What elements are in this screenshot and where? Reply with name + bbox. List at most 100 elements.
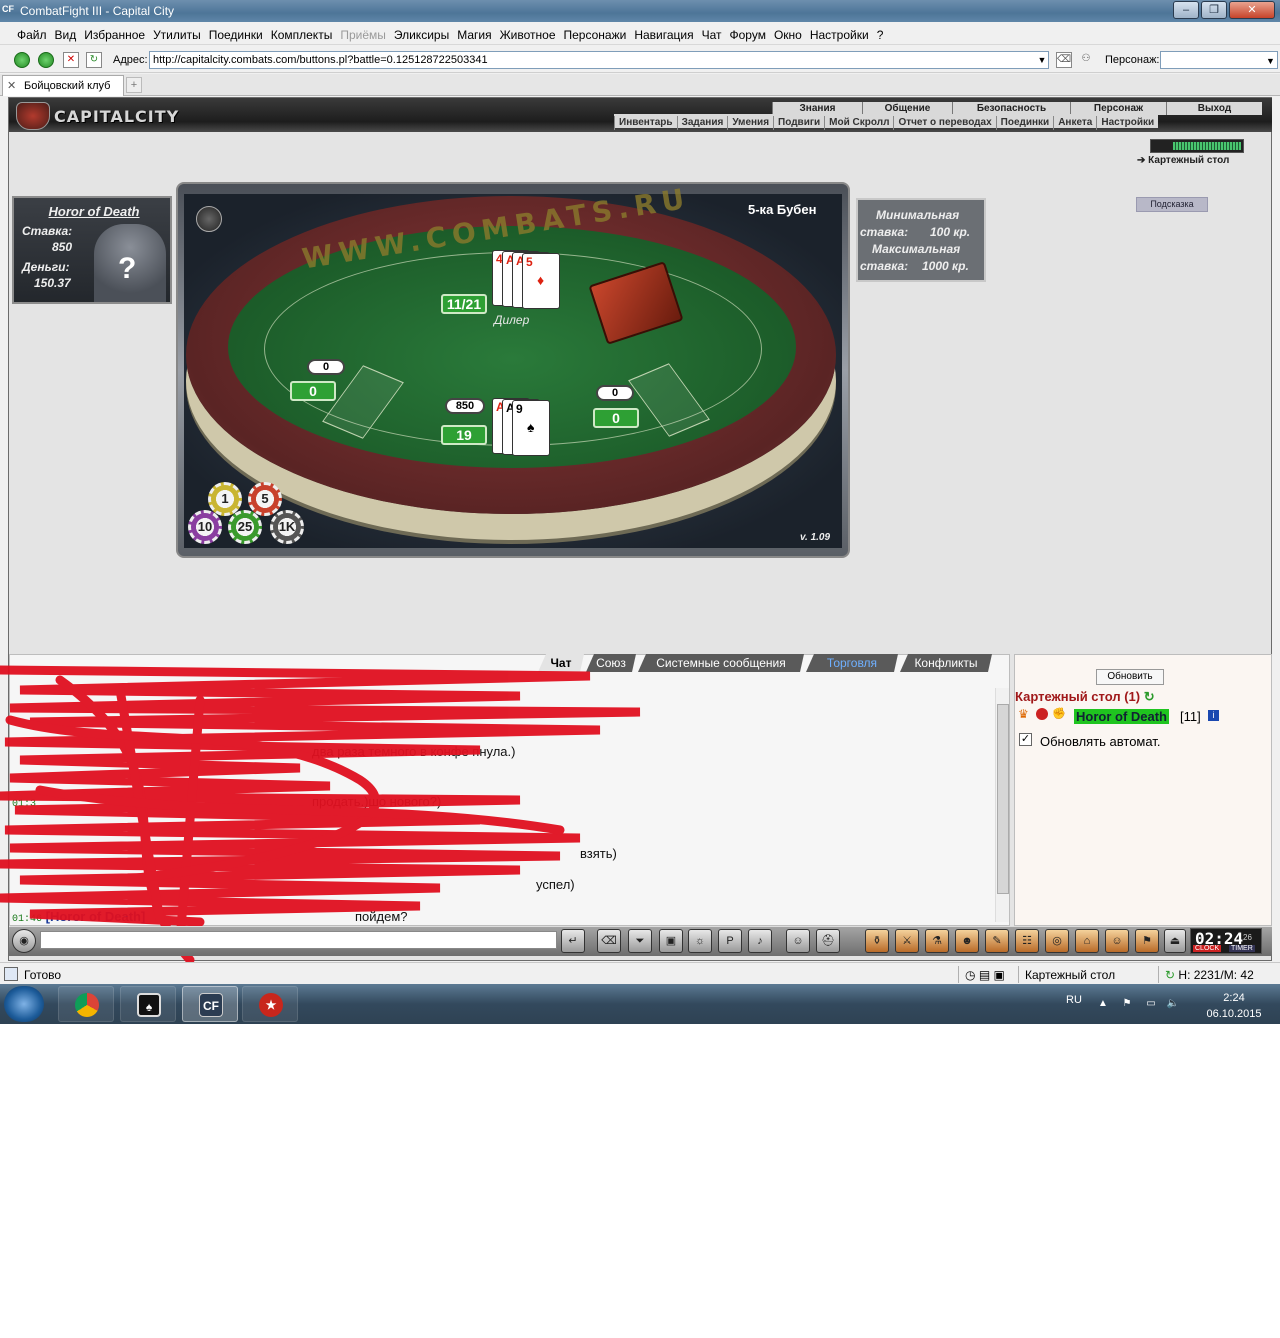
helmet-icon[interactable]: ⛑ [816, 929, 840, 953]
game-clock[interactable]: 02:24 26 CLOCK TIMER [1190, 928, 1262, 954]
maximize-button[interactable]: ❐ [1201, 1, 1227, 19]
bag-icon[interactable]: ⚱ [865, 929, 889, 953]
back-icon[interactable] [14, 52, 30, 68]
filter-icon[interactable]: ⏷ [628, 929, 652, 953]
tab-system-messages[interactable]: Системные сообщения [638, 654, 804, 672]
site-logo[interactable]: CAPITALCITY [14, 100, 204, 132]
nav-exit[interactable]: Выход [1166, 102, 1262, 115]
menu-chat[interactable]: Чат [697, 23, 725, 45]
send-icon[interactable]: ↵ [561, 929, 585, 953]
room-player-name[interactable]: Horor of Death [1074, 709, 1169, 724]
auto-refresh-checkbox[interactable]: ✓ [1019, 733, 1032, 746]
taskbar-poker-app[interactable]: ♠ [120, 986, 176, 1022]
hint-button[interactable]: Подсказка [1136, 197, 1208, 212]
table-menu-icon[interactable] [196, 206, 222, 232]
start-button[interactable] [4, 986, 44, 1022]
group-icon[interactable]: ☷ [1015, 929, 1039, 953]
system-clock[interactable]: 2:24 06.10.2015 [1202, 990, 1266, 1022]
forward-icon[interactable] [38, 52, 54, 68]
potion-icon[interactable]: ⚗ [925, 929, 949, 953]
language-indicator[interactable]: RU [1066, 994, 1082, 1006]
mask-icon[interactable]: ☻ [955, 929, 979, 953]
volume-icon[interactable]: 🔈 [1166, 998, 1180, 1010]
stop-icon[interactable]: ✕ [63, 52, 79, 68]
menu-forum[interactable]: Форум [725, 23, 769, 45]
network-icon[interactable]: ▭ [1144, 998, 1158, 1010]
chip-25[interactable]: 25 [228, 510, 262, 544]
address-dropdown-icon[interactable]: ▼ [1035, 52, 1049, 68]
menu-window[interactable]: Окно [769, 23, 805, 45]
nav-inventory[interactable]: Инвентарь [614, 116, 677, 130]
player-info-icon[interactable]: i [1208, 710, 1219, 721]
refresh-small-icon[interactable]: ↻ [1165, 968, 1175, 982]
refresh-icon[interactable]: ↻ [86, 52, 102, 68]
taskbar-chrome[interactable] [58, 986, 114, 1022]
page-small-icon[interactable]: ▤ [979, 968, 990, 982]
sound-icon[interactable]: ♪ [748, 929, 772, 953]
persona-dropdown-icon[interactable]: ▼ [1266, 56, 1275, 66]
menu-utilities[interactable]: Утилиты [148, 23, 204, 45]
persons-icon[interactable]: ⚇ [1078, 52, 1094, 68]
scroll-thumb[interactable] [997, 704, 1009, 894]
menu-view[interactable]: Вид [50, 23, 80, 45]
chat-scrollbar[interactable] [995, 688, 1009, 922]
menu-characters[interactable]: Персонажи [559, 23, 630, 45]
chat-mode-icon[interactable]: ◉ [12, 929, 36, 953]
walk-icon[interactable]: ☼ [688, 929, 712, 953]
player-name[interactable]: Horor of Death [14, 204, 174, 219]
menu-animal[interactable]: Животное [495, 23, 559, 45]
nav-transfer-report[interactable]: Отчет о переводах [893, 116, 995, 130]
chip-5[interactable]: 5 [248, 482, 282, 516]
nav-quests[interactable]: Задания [676, 116, 728, 130]
nav-fights[interactable]: Поединки [995, 116, 1054, 130]
home-icon[interactable]: ⌂ [1075, 929, 1099, 953]
nav-my-scroll[interactable]: Мой Скролл [824, 116, 893, 130]
nav-skills[interactable]: Умения [727, 116, 773, 130]
close-window-button[interactable]: ✕ [1229, 1, 1275, 19]
taskbar-pokerstars[interactable]: ★ [242, 986, 298, 1022]
new-tab-button[interactable]: + [126, 77, 142, 93]
private-icon[interactable]: P [718, 929, 742, 953]
chip-1K[interactable]: 1K [270, 510, 304, 544]
menu-battles[interactable]: Поединки [204, 23, 266, 45]
menu-file[interactable]: Файл [0, 23, 50, 45]
refresh-button[interactable]: Обновить [1096, 669, 1164, 685]
fist-icon: ✊ [1052, 708, 1066, 720]
menu-favorites[interactable]: Избранное [79, 23, 148, 45]
friends-icon[interactable]: ☺ [1105, 929, 1129, 953]
save-icon[interactable]: ▣ [659, 929, 683, 953]
tab-fight-club[interactable]: ✕ Бойцовский клуб [2, 75, 124, 96]
clear-chat-icon[interactable]: ⌫ [597, 929, 621, 953]
menu-sets[interactable]: Комплекты [266, 23, 336, 45]
taskbar-combatfight[interactable]: CF [182, 986, 238, 1022]
flag-tray-icon[interactable]: ⚑ [1120, 998, 1134, 1010]
location-link[interactable]: ➔ Картежный стол [1137, 155, 1229, 166]
nav-profile[interactable]: Анкета [1053, 116, 1096, 130]
menu-magic[interactable]: Магия [452, 23, 494, 45]
nav-settings[interactable]: Настройки [1096, 116, 1158, 130]
tray-expand-icon[interactable]: ▲ [1096, 998, 1110, 1010]
address-input[interactable]: http://capitalcity.combats.com/buttons.p… [149, 51, 1049, 69]
clock-small-icon[interactable]: ◷ [965, 968, 975, 982]
tab-close-icon[interactable]: ✕ [7, 79, 16, 92]
menu-elixirs[interactable]: Эликсиры [389, 23, 452, 45]
minimize-button[interactable]: – [1173, 1, 1199, 19]
persona-select[interactable] [1160, 51, 1278, 69]
chat-input[interactable] [40, 931, 557, 949]
clear-icon[interactable]: ⌫ [1056, 52, 1072, 68]
tab-conflicts[interactable]: Конфликты [900, 654, 992, 672]
target-icon[interactable]: ◎ [1045, 929, 1069, 953]
chip-10[interactable]: 10 [188, 510, 222, 544]
menu-navigation[interactable]: Навигация [629, 23, 696, 45]
scroll-icon[interactable]: ✎ [985, 929, 1009, 953]
flag-icon[interactable]: ⚑ [1135, 929, 1159, 953]
exit-icon[interactable]: ⏏ [1164, 929, 1186, 953]
smiley-icon[interactable]: ☺ [786, 929, 810, 953]
menu-settings[interactable]: Настройки [805, 23, 872, 45]
menu-help[interactable]: ? [872, 23, 887, 45]
tab-trade[interactable]: Торговля [806, 654, 898, 672]
sword-icon[interactable]: ⚔ [895, 929, 919, 953]
status-location: Картежный стол [1018, 966, 1158, 983]
window-small-icon[interactable]: ▣ [994, 968, 1005, 982]
nav-feats[interactable]: Подвиги [773, 116, 824, 130]
